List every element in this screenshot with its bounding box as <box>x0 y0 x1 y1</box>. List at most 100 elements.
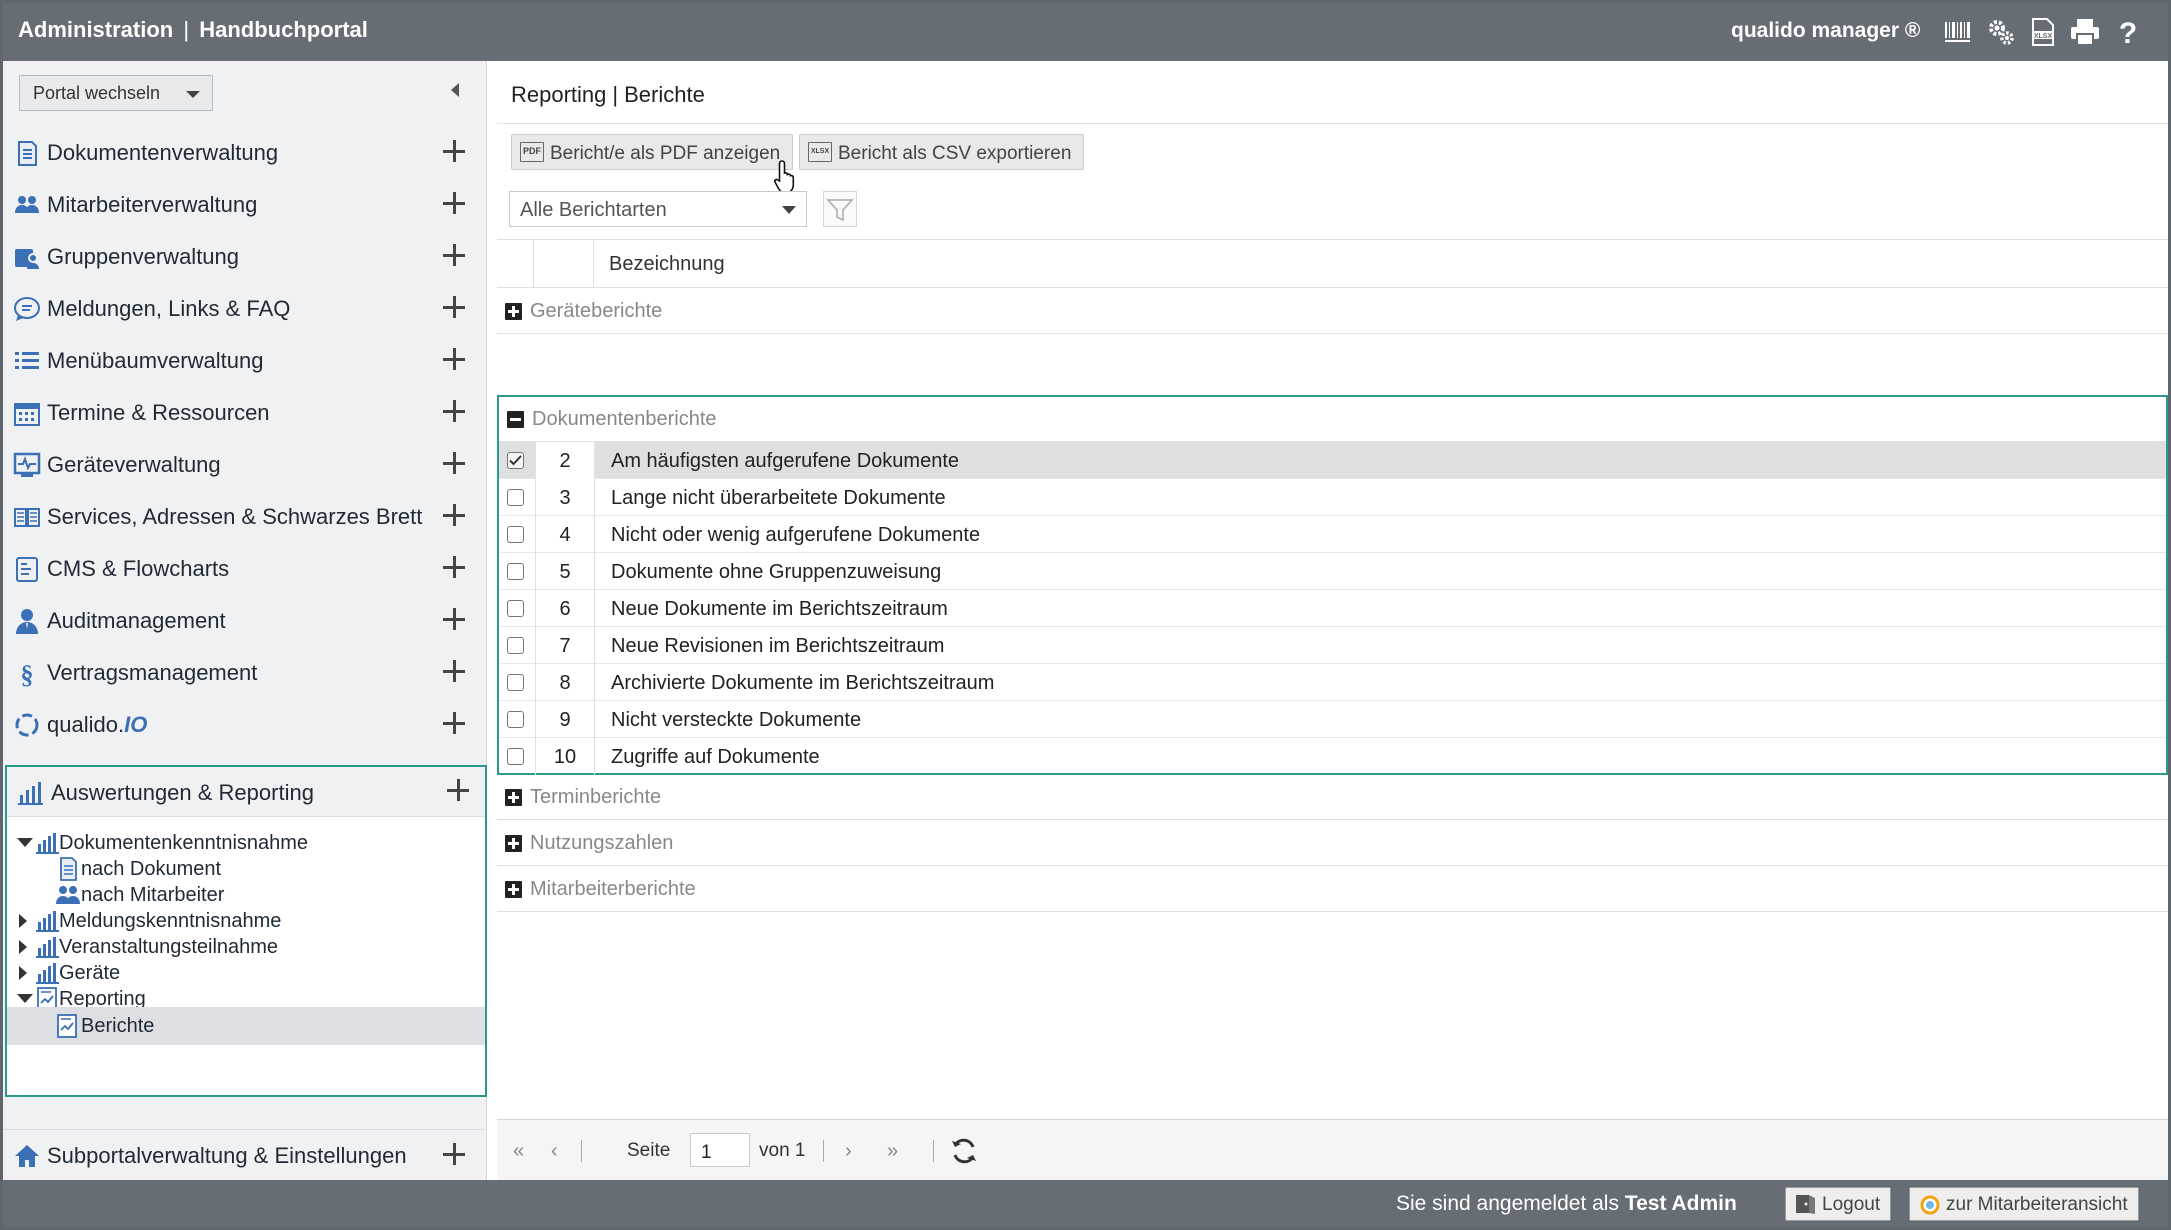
sidebar-item-cms[interactable]: CMS & Flowcharts <box>3 543 485 595</box>
portal-switch-label: Portal wechseln <box>33 83 161 103</box>
table-row[interactable]: 10 Zugriffe auf Dokumente <box>499 738 2166 775</box>
user-name: Test Admin <box>1624 1192 1737 1215</box>
next-page-icon[interactable]: › <box>845 1140 852 1163</box>
sidebar-item-dokumentenverwaltung[interactable]: Dokumentenverwaltung <box>3 127 485 179</box>
table-row[interactable]: 3 Lange nicht überarbeitete Dokumente <box>499 479 2166 516</box>
row-checkbox[interactable] <box>507 452 524 469</box>
expand-icon[interactable] <box>505 789 522 806</box>
expand-icon[interactable] <box>443 556 467 580</box>
employee-view-button[interactable]: zur Mitarbeiteransicht <box>1909 1187 2139 1221</box>
sidebar-item-mitarbeiterverwaltung[interactable]: Mitarbeiterverwaltung <box>3 179 485 231</box>
export-csv-button[interactable]: XLSX Bericht als CSV exportieren <box>799 134 1085 170</box>
sidebar-item-audit[interactable]: Auditmanagement <box>3 595 485 647</box>
row-checkbox[interactable] <box>507 674 524 691</box>
chevron-right-icon[interactable] <box>19 966 27 980</box>
help-icon[interactable]: ? <box>2113 17 2143 47</box>
expand-icon[interactable] <box>443 244 467 268</box>
home-icon <box>15 1145 39 1167</box>
column-header-bezeichnung[interactable]: Bezeichnung <box>609 253 725 276</box>
row-checkbox[interactable] <box>507 600 524 617</box>
report-type-select[interactable]: Alle Berichtarten <box>509 191 807 227</box>
expand-icon[interactable] <box>443 660 467 684</box>
expand-icon[interactable] <box>505 835 522 852</box>
row-checkbox[interactable] <box>507 563 524 580</box>
group-mitarbeiterberichte[interactable]: Mitarbeiterberichte <box>497 867 2168 912</box>
print-icon[interactable] <box>2070 17 2100 47</box>
expand-icon[interactable] <box>443 712 467 736</box>
login-prefix: Sie sind angemeldet als <box>1396 1192 1619 1215</box>
row-number: 4 <box>535 516 595 553</box>
barcode-icon[interactable] <box>1943 17 1973 47</box>
prev-page-icon[interactable]: ‹ <box>551 1140 558 1163</box>
qualido-io-icon <box>15 713 39 737</box>
app-title: Administration | Handbuchportal <box>18 17 368 43</box>
expand-icon[interactable] <box>443 1143 467 1167</box>
settings-icon[interactable] <box>1986 17 2016 47</box>
sidebar-item-vertrag[interactable]: § Vertragsmanagement <box>3 647 485 699</box>
refresh-icon[interactable] <box>949 1136 979 1166</box>
expand-icon[interactable] <box>443 608 467 632</box>
chevron-right-icon[interactable] <box>19 940 27 954</box>
column-divider <box>533 240 534 288</box>
logout-button[interactable]: Logout <box>1785 1187 1892 1221</box>
row-checkbox[interactable] <box>507 526 524 543</box>
export-xlsx-icon[interactable]: XLSX <box>2028 17 2058 47</box>
table-row[interactable]: 4 Nicht oder wenig aufgerufene Dokumente <box>499 516 2166 553</box>
sidebar-item-subportal[interactable]: Subportalverwaltung & Einstellungen <box>3 1129 485 1179</box>
sidebar-item-qualido-io[interactable]: qualido.IO <box>3 699 485 751</box>
chevron-down-icon[interactable] <box>17 838 33 847</box>
row-checkbox[interactable] <box>507 637 524 654</box>
expand-icon[interactable] <box>505 303 522 320</box>
show-pdf-button[interactable]: PDF Bericht/e als PDF anzeigen <box>511 134 794 170</box>
expand-icon[interactable] <box>443 348 467 372</box>
expand-icon[interactable] <box>443 192 467 216</box>
table-row[interactable]: 6 Neue Dokumente im Berichtszeitraum <box>499 590 2166 627</box>
row-checkbox[interactable] <box>507 489 524 506</box>
first-page-icon[interactable]: « <box>513 1140 524 1163</box>
last-page-icon[interactable]: » <box>887 1140 898 1163</box>
expand-icon[interactable] <box>443 400 467 424</box>
sidebar-item-label: Auswertungen & Reporting <box>51 780 314 805</box>
sidebar-item-menuebaum[interactable]: Menübaumverwaltung <box>3 335 485 387</box>
expand-icon[interactable] <box>505 881 522 898</box>
expand-icon[interactable] <box>443 140 467 164</box>
collapse-sidebar-button[interactable] <box>451 83 459 97</box>
row-checkbox[interactable] <box>507 748 524 765</box>
page-number-input[interactable] <box>690 1133 750 1167</box>
filter-button[interactable] <box>823 191 857 227</box>
expand-icon[interactable] <box>443 452 467 476</box>
group-label: Geräteberichte <box>530 300 663 322</box>
table-row[interactable]: 9 Nicht versteckte Dokumente <box>499 701 2166 738</box>
group-dokumentenberichte-panel: Dokumentenberichte 2 Am häufigsten aufge… <box>497 395 2168 775</box>
group-geraeteberichte[interactable]: Geräteberichte <box>497 289 2168 334</box>
collapse-icon[interactable] <box>447 779 471 803</box>
group-dokumentenberichte[interactable]: Dokumentenberichte <box>499 397 2166 442</box>
chevron-down-icon[interactable] <box>17 994 33 1003</box>
sidebar-item-services[interactable]: Services, Adressen & Schwarzes Brett <box>3 491 485 543</box>
divider <box>581 1140 582 1162</box>
group-terminberichte[interactable]: Terminberichte <box>497 775 2168 820</box>
collapse-icon[interactable] <box>507 411 524 428</box>
qualido-logo-icon <box>1920 1195 1940 1215</box>
pagination-bar: « ‹ Seite von 1 › » <box>497 1119 2168 1180</box>
expand-icon[interactable] <box>443 504 467 528</box>
sidebar-item-termine[interactable]: Termine & Ressourcen <box>3 387 485 439</box>
portal-switch-select[interactable]: Portal wechseln <box>19 75 213 111</box>
sidebar-item-geraete[interactable]: Geräteverwaltung <box>3 439 485 491</box>
sidebar-item-meldungen[interactable]: Meldungen, Links & FAQ <box>3 283 485 335</box>
table-row[interactable]: 7 Neue Revisionen im Berichtszeitraum <box>499 627 2166 664</box>
tree-item-berichte[interactable]: Berichte <box>7 1007 485 1045</box>
sidebar-item-gruppenverwaltung[interactable]: Gruppenverwaltung <box>3 231 485 283</box>
group-nutzungszahlen[interactable]: Nutzungszahlen <box>497 821 2168 866</box>
breadcrumb-separator: | <box>612 82 619 107</box>
table-row[interactable]: 5 Dokumente ohne Gruppenzuweisung <box>499 553 2166 590</box>
row-label: Lange nicht überarbeitete Dokumente <box>611 487 946 509</box>
row-number: 8 <box>535 664 595 701</box>
main-content: Reporting | Berichte PDF Bericht/e als PDF… <box>497 61 2168 1180</box>
table-row[interactable]: 8 Archivierte Dokumente im Berichtszeitr… <box>499 664 2166 701</box>
row-checkbox[interactable] <box>507 711 524 728</box>
expand-icon[interactable] <box>443 296 467 320</box>
table-row[interactable]: 2 Am häufigsten aufgerufene Dokumente <box>499 442 2166 479</box>
chevron-right-icon[interactable] <box>19 914 27 928</box>
sidebar-item-auswertungen[interactable]: Auswertungen & Reporting <box>7 767 485 817</box>
